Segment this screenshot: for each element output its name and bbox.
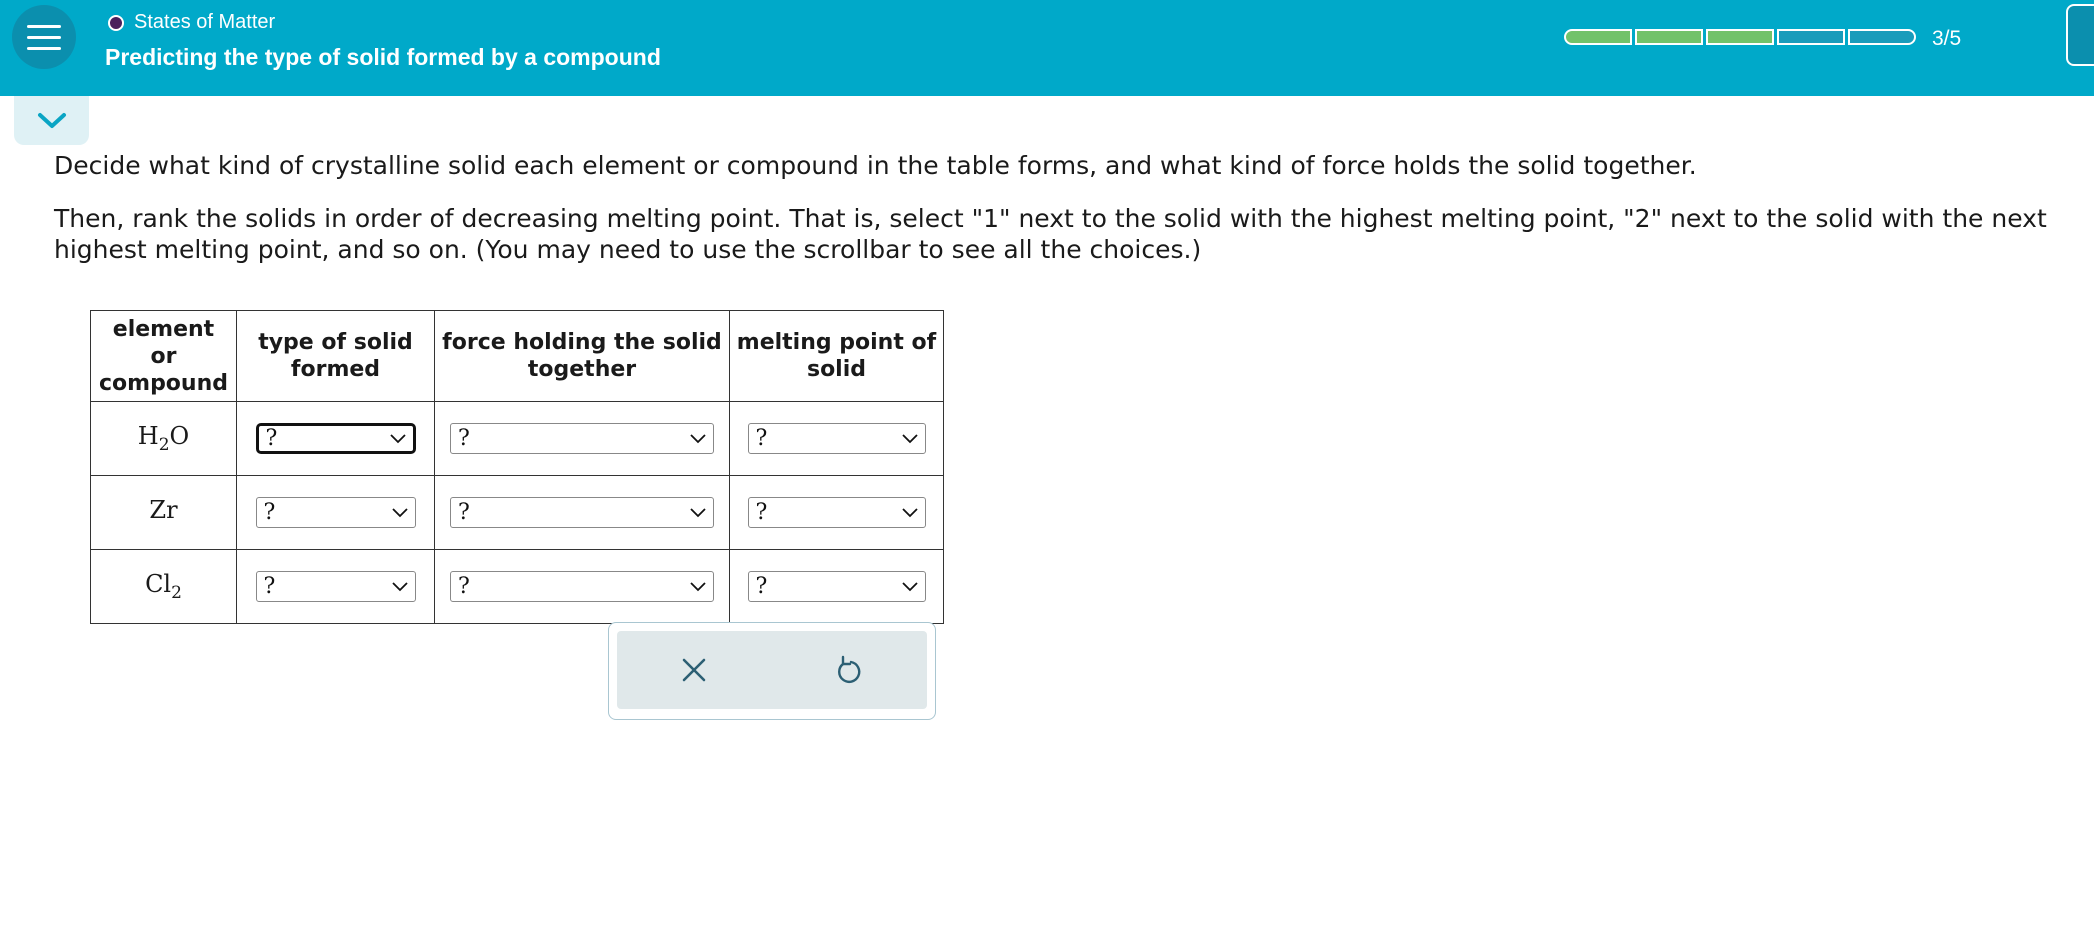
page-title: Predicting the type of solid formed by a… xyxy=(105,44,661,70)
compound-cell: H2O xyxy=(90,401,237,476)
header-force: force holding the solid together xyxy=(434,310,730,402)
side-panel-button[interactable] xyxy=(2066,4,2094,66)
chevron-down-icon xyxy=(37,112,66,128)
select-value: ? xyxy=(755,574,768,599)
chevron-down-icon xyxy=(901,581,918,591)
compound-formula: Zr xyxy=(149,496,178,525)
select-value: ? xyxy=(755,426,768,451)
progress-segment xyxy=(1564,29,1632,45)
force-select[interactable]: ? xyxy=(450,423,714,454)
select-value: ? xyxy=(458,426,470,451)
top-bar: States of Matter Predicting the type of … xyxy=(0,0,2094,96)
answer-table: element or compound type of solid formed… xyxy=(90,310,944,624)
progress-label: 3/5 xyxy=(1932,27,1962,50)
compound-cell: Cl2 xyxy=(90,549,237,624)
x-icon xyxy=(682,658,706,682)
progress-bar xyxy=(1564,29,1916,45)
compound-formula: H2O xyxy=(137,422,190,455)
header-element-or-compound: element or compound xyxy=(90,310,237,402)
header-melting-point: melting point of solid xyxy=(729,310,944,402)
select-value: ? xyxy=(755,500,768,525)
clear-button[interactable] xyxy=(677,653,711,687)
type-of-solid-select[interactable]: ? xyxy=(255,497,416,528)
select-value: ? xyxy=(263,500,276,525)
table-row: H2O ? ? ? xyxy=(90,401,944,476)
type-of-solid-select[interactable]: ? xyxy=(255,571,416,602)
undo-button[interactable] xyxy=(831,653,865,687)
chevron-down-icon xyxy=(690,433,706,443)
instructions: Decide what kind of crystalline solid ea… xyxy=(54,150,2094,265)
action-button-bar xyxy=(617,631,927,709)
chevron-down-icon xyxy=(690,507,706,517)
topic-text: States of Matter xyxy=(134,11,276,33)
topic-dot-icon xyxy=(108,14,124,31)
force-select[interactable]: ? xyxy=(450,571,714,602)
chevron-down-icon xyxy=(690,581,706,591)
force-select[interactable]: ? xyxy=(450,497,714,528)
chevron-down-icon xyxy=(389,433,406,443)
progress-segment xyxy=(1777,29,1845,45)
melting-point-rank-select[interactable]: ? xyxy=(747,497,926,528)
compound-cell: Zr xyxy=(90,475,237,550)
topic-label: States of Matter xyxy=(108,11,275,34)
progress-segment xyxy=(1848,29,1916,45)
header-type-of-solid: type of solid formed xyxy=(236,310,435,402)
progress-segment xyxy=(1635,29,1703,45)
chevron-down-icon xyxy=(901,507,918,517)
chevron-down-icon xyxy=(391,507,408,517)
table-row: Zr ? ? ? xyxy=(90,475,944,550)
table-row: Cl2 ? ? ? xyxy=(90,549,944,624)
undo-icon xyxy=(838,655,861,683)
progress-segment xyxy=(1706,29,1774,45)
menu-button[interactable] xyxy=(12,5,76,69)
melting-point-rank-select[interactable]: ? xyxy=(747,423,926,454)
chevron-down-icon xyxy=(391,581,408,591)
type-of-solid-select[interactable]: ? xyxy=(255,423,416,454)
select-value: ? xyxy=(265,426,278,451)
melting-point-rank-select[interactable]: ? xyxy=(747,571,926,602)
compound-formula: Cl2 xyxy=(145,570,182,603)
instructions-paragraph-1: Decide what kind of crystalline solid ea… xyxy=(54,151,1697,180)
answer-action-panel xyxy=(608,622,936,720)
chevron-down-icon xyxy=(901,433,918,443)
select-value: ? xyxy=(458,574,470,599)
select-value: ? xyxy=(458,500,470,525)
select-value: ? xyxy=(263,574,276,599)
instructions-paragraph-2: Then, rank the solids in order of decrea… xyxy=(54,204,2047,264)
hamburger-menu-icon xyxy=(27,24,61,28)
collapse-header-button[interactable] xyxy=(14,96,89,145)
